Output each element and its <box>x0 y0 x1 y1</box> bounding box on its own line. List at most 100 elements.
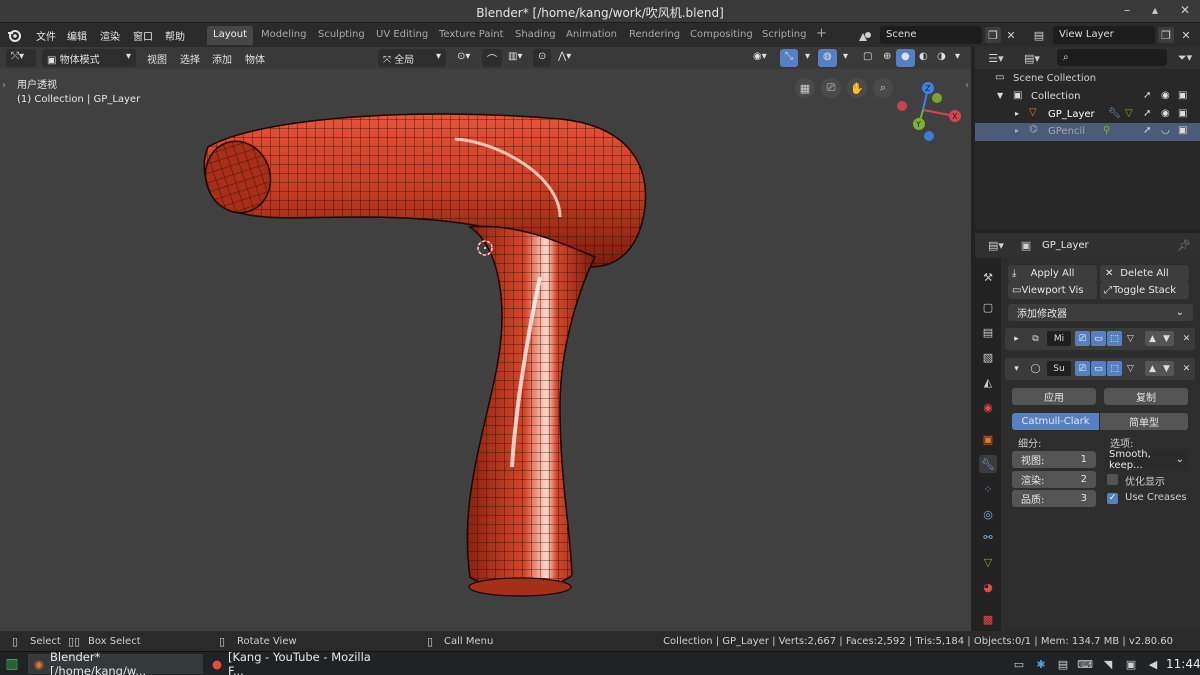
constraints-tab-icon[interactable]: ⚯ <box>979 528 997 546</box>
viewport-vis-button[interactable]: ▭ Viewport Vis <box>1008 282 1097 299</box>
modifier-mirror[interactable]: ▸ ⧉ Mi ⎚ ▭ ⬚ ▽ ▲ ▼ ✕ <box>1005 328 1195 350</box>
view-layer-selector[interactable]: View Layer <box>1053 26 1155 44</box>
use-creases-checkbox[interactable]: ✓ <box>1107 493 1118 504</box>
editor-type-dropdown[interactable]: ⤲▾ <box>6 49 36 67</box>
tab-shading[interactable]: Shading <box>509 26 562 45</box>
sidebar-expand-icon[interactable]: ‹ <box>965 80 969 91</box>
eye-icon[interactable]: ◉ <box>1161 108 1170 119</box>
toggle-perspective-icon[interactable]: ▦ <box>795 78 815 98</box>
outliner-item-scene-collection[interactable]: ▭ Scene Collection <box>975 70 1200 88</box>
pivot-point-icon[interactable]: ⊙▾ <box>452 49 475 67</box>
tab-compositing[interactable]: Compositing <box>684 26 759 45</box>
modifier-name-field[interactable]: Su <box>1047 361 1071 376</box>
toggle-stack-button[interactable]: ⤢ Toggle Stack <box>1100 282 1189 299</box>
clock[interactable]: 11:44 <box>1162 654 1200 674</box>
delete-view-layer-icon[interactable]: ✕ <box>1178 27 1194 43</box>
move-up-icon[interactable]: ▲ <box>1145 361 1160 376</box>
hair-dryer-mesh[interactable] <box>196 113 647 597</box>
edit-mode-icon[interactable]: ⬚ <box>1107 361 1122 376</box>
remove-modifier-icon[interactable]: ✕ <box>1179 331 1194 346</box>
quality-field[interactable]: 品质: 3 <box>1012 490 1096 507</box>
move-down-icon[interactable]: ▼ <box>1159 331 1174 346</box>
simple-toggle[interactable]: 简单型 <box>1100 413 1188 430</box>
outliner-item-gp-layer[interactable]: ▸ ▽ GP_Layer 🔧︎ ▽ ➚ ◉ ▣ <box>975 106 1200 124</box>
tab-texture-paint[interactable]: Texture Paint <box>433 26 510 45</box>
add-modifier-dropdown[interactable]: 添加修改器 ⌄ <box>1008 304 1193 321</box>
menu-edit[interactable]: 编辑 <box>67 28 87 43</box>
outliner-item-collection[interactable]: ▼ ▣ Collection ➚ ◉ ▣ <box>975 88 1200 106</box>
catmull-clark-toggle[interactable]: Catmull-Clark <box>1012 413 1099 430</box>
falloff-icon[interactable]: ⋀▾ <box>553 49 576 67</box>
material-tab-icon[interactable]: ◕ <box>979 578 997 596</box>
object-tab-icon[interactable]: ▣ <box>979 430 997 448</box>
render-levels-field[interactable]: 渲染: 2 <box>1012 471 1096 488</box>
tool-tab-icon[interactable]: ⚒ <box>979 268 997 286</box>
data-tab-icon[interactable]: ▽ <box>979 553 997 571</box>
display-mode-icon[interactable]: ▤▾ <box>1019 50 1045 66</box>
tab-animation[interactable]: Animation <box>560 26 623 45</box>
delete-scene-icon[interactable]: ✕ <box>1003 27 1019 43</box>
apply-button[interactable]: 应用 <box>1012 388 1096 405</box>
particles-tab-icon[interactable]: ⁘ <box>979 480 997 498</box>
physics-tab-icon[interactable]: ◎ <box>979 505 997 523</box>
notification-icon[interactable]: ▣ <box>1124 656 1138 672</box>
camera-render-icon[interactable]: ⎚ <box>1075 331 1090 346</box>
maximize-button[interactable]: ▴ <box>1152 3 1158 17</box>
pan-hand-icon[interactable]: ✋ <box>847 78 867 98</box>
modifier-tab-icon[interactable]: 🔧︎ <box>979 455 997 473</box>
wifi-icon[interactable]: ◥ <box>1100 656 1116 672</box>
new-view-layer-icon[interactable]: ❐ <box>1158 27 1174 43</box>
menu-help[interactable]: 帮助 <box>165 28 185 43</box>
blender-logo-icon[interactable] <box>6 27 22 43</box>
uv-smooth-dropdown[interactable]: Smooth, keep... ⌄ <box>1105 449 1188 471</box>
remove-modifier-icon[interactable]: ✕ <box>1179 361 1194 376</box>
expand-arrow-icon[interactable]: ▸ <box>1009 331 1024 346</box>
minimize-button[interactable]: – <box>1124 3 1130 17</box>
camera-icon[interactable]: ▣ <box>1178 125 1187 136</box>
outliner-search-input[interactable]: ⌕ <box>1057 49 1167 66</box>
optimal-display-checkbox[interactable] <box>1107 474 1118 485</box>
taskbar-blender[interactable]: ◉ Blender* [/home/kang/w... <box>28 650 203 675</box>
menu-view[interactable]: 视图 <box>142 49 172 67</box>
outliner-editor-type-icon[interactable]: ☰▾ <box>983 50 1009 66</box>
menu-window[interactable]: 窗口 <box>133 28 153 43</box>
snap-icon[interactable]: ⌒ <box>482 49 502 67</box>
copy-button[interactable]: 复制 <box>1104 388 1188 405</box>
camera-icon[interactable]: ▣ <box>1178 108 1187 119</box>
selectable-icon[interactable]: ➚ <box>1143 125 1151 136</box>
realtime-monitor-icon[interactable]: ▭ <box>1091 331 1106 346</box>
snap-target-icon[interactable]: ▥▾ <box>503 49 527 67</box>
tab-scripting[interactable]: Scripting <box>756 26 812 45</box>
start-menu-icon[interactable]: ▥ <box>4 655 20 673</box>
menu-add[interactable]: 添加 <box>207 49 237 67</box>
collapse-arrow-icon[interactable]: ▾ <box>1009 361 1024 376</box>
cage-icon[interactable]: ▽ <box>1123 331 1138 346</box>
taskbar-firefox[interactable]: ● [Kang - YouTube - Mozilla F... <box>206 650 386 675</box>
modifier-name-field[interactable]: Mi <box>1047 331 1071 346</box>
shading-rendered-icon[interactable]: ◑ <box>932 49 951 67</box>
gizmo-neg-x-icon[interactable] <box>897 101 907 111</box>
visibility-icon[interactable]: ◉▾ <box>748 49 772 67</box>
add-workspace-button[interactable]: + <box>810 26 833 45</box>
expand-arrow-icon[interactable]: ▸ <box>1015 109 1019 118</box>
shading-material-icon[interactable]: ◐ <box>914 49 933 67</box>
axis-gizmo[interactable]: X Y Z <box>893 78 965 146</box>
apply-all-button[interactable]: ⤓ Apply All <box>1008 265 1097 282</box>
keyboard-icon[interactable]: ⌨ <box>1077 656 1093 672</box>
shading-solid-icon[interactable]: ● <box>896 49 915 67</box>
tab-rendering[interactable]: Rendering <box>623 26 686 45</box>
dropbox-icon[interactable]: ✱ <box>1034 656 1048 672</box>
toolbar-expand-icon[interactable]: › <box>2 80 6 91</box>
zoom-icon[interactable]: ⌕ <box>873 78 893 98</box>
close-button[interactable]: ✕ <box>1180 3 1190 17</box>
camera-render-icon[interactable]: ⎚ <box>1075 361 1090 376</box>
modifier-subsurf[interactable]: ▾ ◯ Su ⎚ ▭ ⬚ ▽ ▲ ▼ ✕ <box>1005 358 1195 380</box>
cage-icon[interactable]: ▽ <box>1123 361 1138 376</box>
view-layer-tab-icon[interactable]: ▧ <box>979 348 997 366</box>
edit-mode-icon[interactable]: ⬚ <box>1107 331 1122 346</box>
selectable-icon[interactable]: ➚ <box>1143 108 1151 119</box>
menu-object[interactable]: 物体 <box>240 49 270 67</box>
eye-closed-icon[interactable]: ◡ <box>1161 125 1170 136</box>
texture-tab-icon[interactable]: ▩ <box>979 610 997 628</box>
move-down-icon[interactable]: ▼ <box>1159 361 1174 376</box>
